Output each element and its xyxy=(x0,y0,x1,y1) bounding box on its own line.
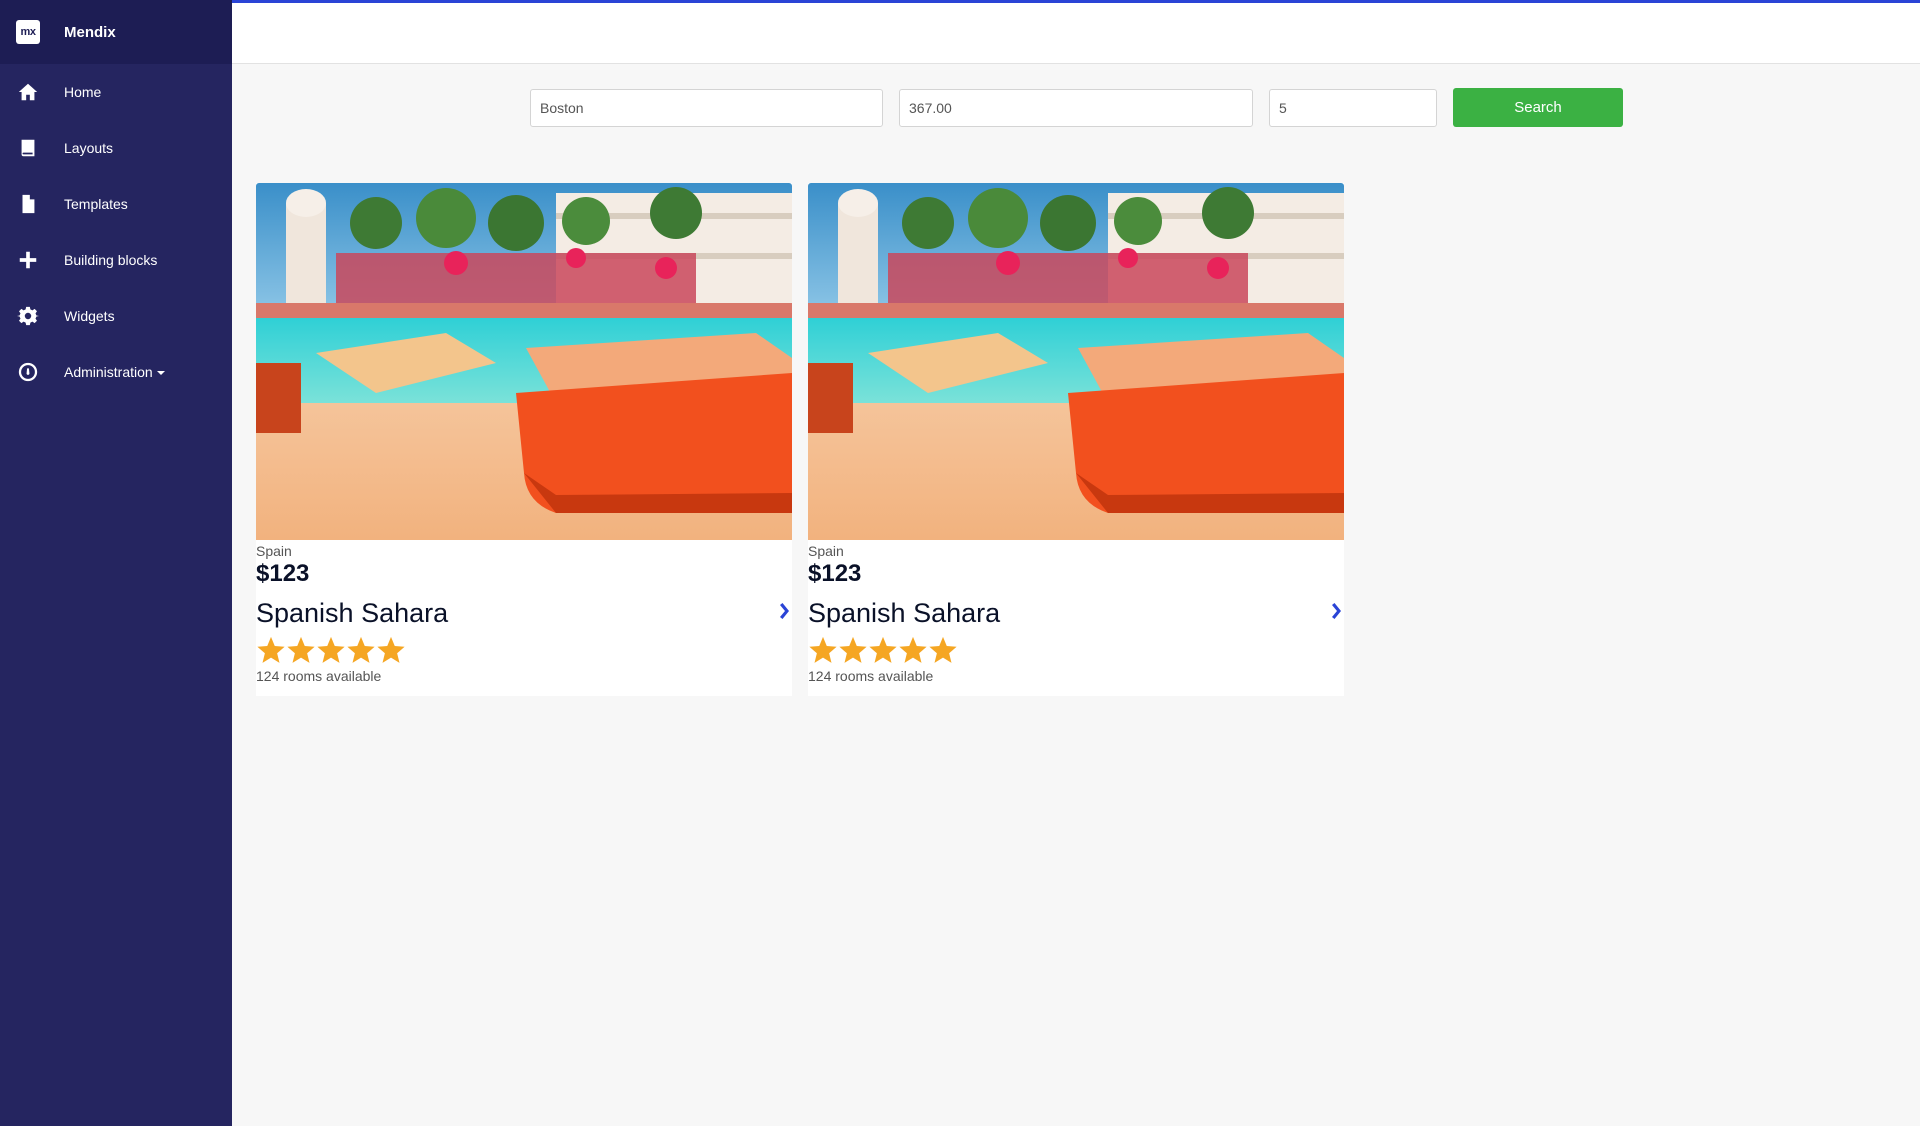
star-icon xyxy=(928,635,958,665)
hotel-image xyxy=(256,183,792,540)
file-icon xyxy=(16,192,40,216)
book-icon xyxy=(16,136,40,160)
star-rating xyxy=(808,635,1344,665)
star-icon xyxy=(286,635,316,665)
sidebar-item-label: Administration xyxy=(64,364,165,380)
hotel-card[interactable]: Spain $123 Spanish Sahara 124 rooms avai… xyxy=(808,183,1344,696)
search-button[interactable]: Search xyxy=(1453,88,1623,127)
star-icon xyxy=(838,635,868,665)
top-bar xyxy=(232,0,1920,64)
gear-icon xyxy=(16,304,40,328)
sidebar-item-administration[interactable]: Administration xyxy=(0,344,232,400)
hotel-card-body: Spain $123 Spanish Sahara 124 rooms avai… xyxy=(256,543,792,685)
star-icon xyxy=(376,635,406,665)
star-icon xyxy=(346,635,376,665)
star-icon xyxy=(868,635,898,665)
mendix-logo: mx xyxy=(16,20,40,44)
sidebar-item-label: Layouts xyxy=(64,140,114,156)
rooms-available: 124 rooms available xyxy=(256,668,382,684)
city-input[interactable] xyxy=(530,88,883,127)
chevron-right-icon[interactable] xyxy=(778,603,790,619)
sidebar-nav: Home Layouts Templates Building blocks W… xyxy=(0,64,232,400)
hotel-country: Spain xyxy=(256,543,292,559)
brand-name: Mendix xyxy=(64,23,116,41)
plus-icon xyxy=(16,248,40,272)
search-form: Search xyxy=(530,88,1623,127)
star-icon xyxy=(256,635,286,665)
dashboard-icon xyxy=(16,360,40,384)
star-icon xyxy=(316,635,346,665)
sidebar: mx Mendix Home Layouts Templates Buildin… xyxy=(0,0,232,1126)
star-icon xyxy=(808,635,838,665)
home-icon xyxy=(16,80,40,104)
sidebar-item-label: Widgets xyxy=(64,308,115,324)
sidebar-item-home[interactable]: Home xyxy=(0,64,232,120)
hotel-card-body: Spain $123 Spanish Sahara 124 rooms avai… xyxy=(808,543,1344,685)
star-rating xyxy=(256,635,792,665)
star-icon xyxy=(898,635,928,665)
brand-bar[interactable]: mx Mendix xyxy=(0,0,232,64)
sidebar-item-building-blocks[interactable]: Building blocks xyxy=(0,232,232,288)
hotel-country: Spain xyxy=(808,543,844,559)
price-input[interactable] xyxy=(899,88,1253,127)
sidebar-item-templates[interactable]: Templates xyxy=(0,176,232,232)
hotel-price: $123 xyxy=(256,560,310,587)
sidebar-item-label: Templates xyxy=(64,196,128,212)
sidebar-item-widgets[interactable]: Widgets xyxy=(0,288,232,344)
sidebar-item-layouts[interactable]: Layouts xyxy=(0,120,232,176)
hotel-price: $123 xyxy=(808,560,862,587)
hotel-card[interactable]: Spain $123 Spanish Sahara 124 rooms avai… xyxy=(256,183,792,696)
chevron-right-icon[interactable] xyxy=(1330,603,1342,619)
sidebar-item-label-text: Administration xyxy=(64,364,153,380)
sidebar-item-label: Home xyxy=(64,84,102,100)
hotel-image xyxy=(808,183,1344,540)
hotel-name: Spanish Sahara xyxy=(808,598,1001,628)
results-list: Spain $123 Spanish Sahara 124 rooms avai… xyxy=(256,183,1360,696)
count-input[interactable] xyxy=(1269,88,1437,127)
caret-down-icon xyxy=(156,371,165,376)
rooms-available: 124 rooms available xyxy=(808,668,934,684)
hotel-name: Spanish Sahara xyxy=(256,598,449,628)
sidebar-item-label: Building blocks xyxy=(64,252,158,268)
